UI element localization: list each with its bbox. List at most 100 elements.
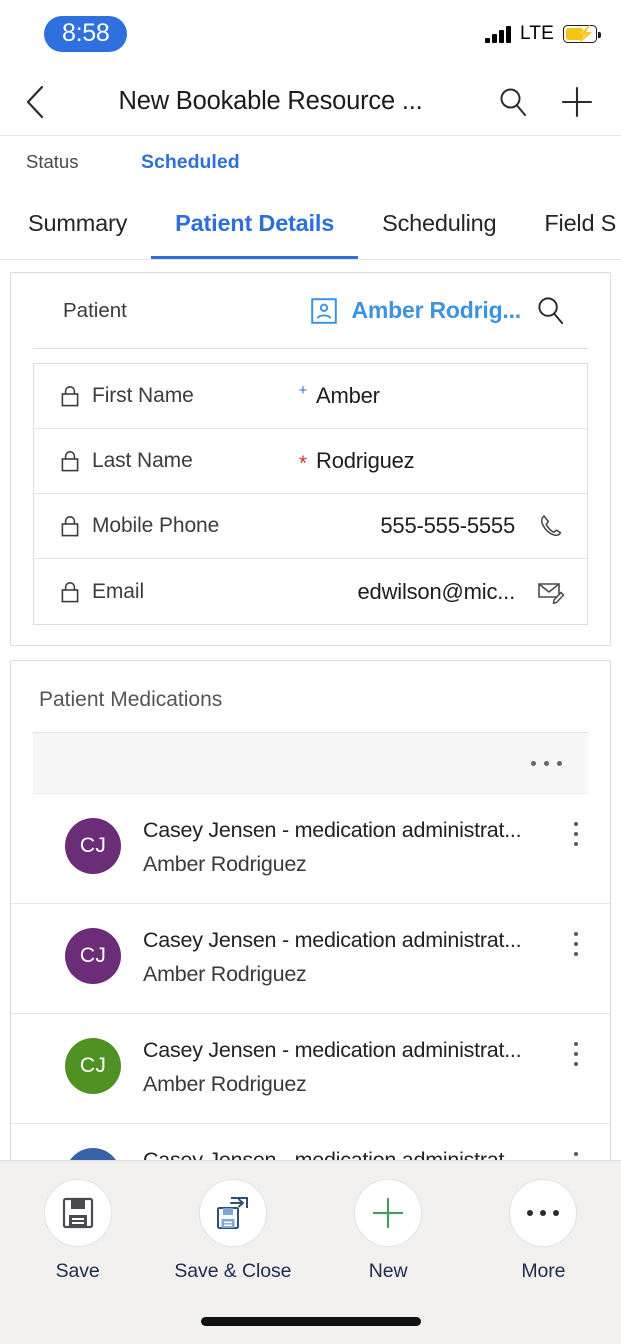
list-item[interactable]: CJ Casey Jensen - medication administrat…	[11, 904, 610, 1014]
patient-divider	[33, 348, 588, 349]
field-label-group: Last Name	[60, 449, 290, 473]
field-label-group: First Name	[60, 384, 290, 408]
plus-icon	[370, 1195, 406, 1231]
list-item-text: Casey Jensen - medication administrat...…	[121, 816, 564, 877]
status-field-label: Status	[26, 151, 141, 173]
field-row-last-name[interactable]: Last Name * Rodriguez	[34, 429, 587, 494]
search-icon[interactable]	[535, 295, 566, 326]
status-field-row: Status Scheduled	[0, 136, 621, 188]
tab-label: Summary	[28, 210, 127, 237]
list-item-primary: Casey Jensen - medication administrat...	[143, 926, 558, 955]
lock-icon	[60, 580, 80, 604]
navigation-bar: New Bookable Resource ...	[0, 68, 621, 136]
home-indicator	[201, 1317, 421, 1326]
plus-icon[interactable]	[559, 84, 595, 120]
required-marker: *	[290, 453, 316, 474]
list-item[interactable]: CJ Casey Jensen - medication administrat…	[11, 1014, 610, 1124]
cellular-signal-icon	[485, 25, 511, 43]
patient-card: Patient Amber Rodrig...	[10, 272, 611, 646]
lock-icon	[60, 384, 80, 408]
list-item-primary: Casey Jensen - medication administrat...	[143, 816, 558, 845]
field-value-last-name[interactable]: Rodriguez	[316, 448, 521, 474]
page-title: New Bookable Resource ...	[68, 87, 477, 116]
new-button-label: New	[369, 1260, 408, 1283]
more-vertical-icon[interactable]	[564, 1036, 588, 1066]
field-value-mobile-phone[interactable]: 555-555-5555	[316, 513, 521, 539]
status-bar-indicators: LTE ⚡	[485, 23, 597, 45]
contact-card-icon	[311, 298, 337, 324]
lock-icon	[60, 449, 80, 473]
patient-label: Patient	[63, 299, 127, 323]
tab-label: Field S	[544, 210, 616, 237]
lock-icon	[60, 514, 80, 538]
network-type-label: LTE	[520, 23, 554, 45]
patient-record-link-wrap: Amber Rodrig...	[127, 295, 584, 326]
tab-field-service[interactable]: Field S	[520, 188, 621, 259]
new-button-circle	[354, 1179, 422, 1247]
save-and-close-icon	[215, 1195, 251, 1231]
required-marker: +	[290, 383, 316, 398]
compose-email-button[interactable]	[521, 579, 565, 605]
medications-title: Patient Medications	[11, 661, 610, 732]
nav-actions	[477, 84, 595, 120]
status-bar: 8:58 LTE ⚡	[0, 0, 621, 68]
phone-icon	[537, 512, 565, 540]
status-badge[interactable]: Scheduled	[141, 151, 240, 174]
list-item-text: Casey Jensen - medication administrat...…	[121, 926, 564, 987]
field-label: Last Name	[92, 449, 193, 473]
more-horizontal-icon	[527, 1210, 559, 1216]
call-button[interactable]	[521, 512, 565, 540]
list-item-secondary: Amber Rodriguez	[143, 1072, 558, 1097]
field-label: First Name	[92, 384, 194, 408]
save-and-close-button-circle	[199, 1179, 267, 1247]
more-horizontal-icon[interactable]	[531, 761, 562, 766]
field-label: Mobile Phone	[92, 514, 219, 538]
field-label-group: Mobile Phone	[60, 514, 290, 538]
tab-summary[interactable]: Summary	[28, 188, 151, 259]
field-value-email[interactable]: edwilson@mic...	[316, 579, 521, 605]
email-icon	[537, 579, 565, 605]
battery-charging-icon: ⚡	[563, 25, 597, 43]
new-button[interactable]: New	[311, 1179, 466, 1283]
avatar: CJ	[65, 1038, 121, 1094]
field-row-first-name[interactable]: First Name + Amber	[34, 364, 587, 429]
tab-patient-details[interactable]: Patient Details	[151, 188, 358, 259]
medications-toolbar	[33, 732, 588, 794]
patient-fields-group: First Name + Amber Last Name *	[33, 363, 588, 625]
more-button-circle	[509, 1179, 577, 1247]
patient-lookup-row[interactable]: Patient Amber Rodrig...	[11, 273, 610, 348]
list-item[interactable]: CJ Casey Jensen - medication administrat…	[11, 794, 610, 904]
mobile-app-screen: 8:58 LTE ⚡ New Bookable Resource ...	[0, 0, 621, 1344]
list-item-secondary: Amber Rodriguez	[143, 962, 558, 987]
save-button[interactable]: Save	[0, 1179, 155, 1283]
save-and-close-button[interactable]: Save & Close	[155, 1179, 310, 1283]
search-icon[interactable]	[497, 86, 529, 118]
save-floppy-icon	[61, 1196, 95, 1230]
field-row-mobile-phone[interactable]: Mobile Phone 555-555-5555	[34, 494, 587, 559]
tab-scheduling[interactable]: Scheduling	[358, 188, 520, 259]
field-row-email[interactable]: Email edwilson@mic...	[34, 559, 587, 624]
more-button[interactable]: More	[466, 1179, 621, 1283]
avatar: CJ	[65, 928, 121, 984]
tab-bar: Summary Patient Details Scheduling Field…	[0, 188, 621, 260]
more-vertical-icon[interactable]	[564, 926, 588, 956]
chevron-left-icon	[24, 85, 46, 119]
avatar: CJ	[65, 818, 121, 874]
field-value-first-name[interactable]: Amber	[316, 383, 521, 409]
list-item-primary: Casey Jensen - medication administrat...	[143, 1036, 558, 1065]
field-label: Email	[92, 580, 144, 604]
save-button-label: Save	[56, 1260, 100, 1283]
list-item-text: Casey Jensen - medication administrat...…	[121, 1036, 564, 1097]
command-bar: Save Save & Close	[0, 1160, 621, 1344]
patient-medications-card: Patient Medications CJ Casey Jensen - me…	[10, 660, 611, 1235]
field-label-group: Email	[60, 580, 290, 604]
list-item-secondary: Amber Rodriguez	[143, 852, 558, 877]
patient-record-link[interactable]: Amber Rodrig...	[351, 297, 521, 324]
back-button[interactable]	[24, 85, 68, 119]
more-vertical-icon[interactable]	[564, 816, 588, 846]
tab-label: Patient Details	[175, 210, 334, 237]
save-button-circle	[44, 1179, 112, 1247]
save-and-close-button-label: Save & Close	[174, 1260, 291, 1283]
more-button-label: More	[521, 1260, 565, 1283]
status-bar-time: 8:58	[44, 16, 127, 52]
